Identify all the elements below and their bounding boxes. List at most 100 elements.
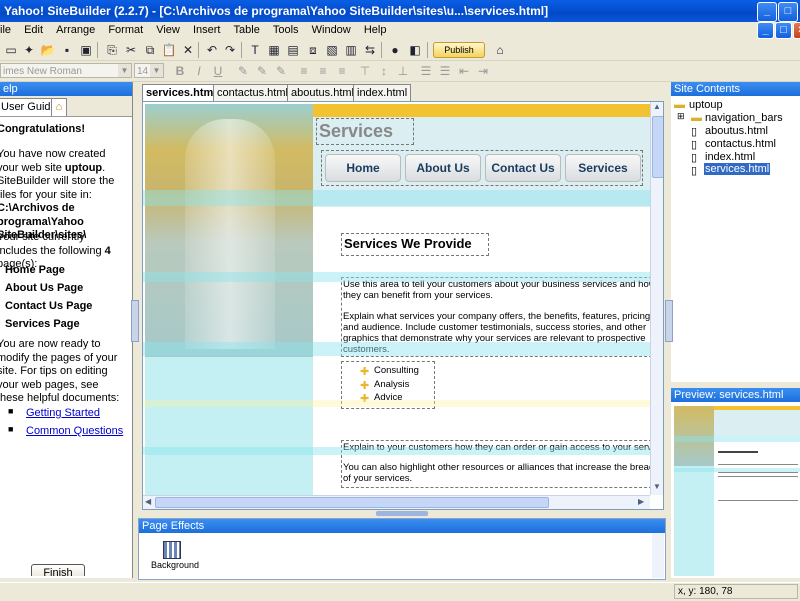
home-icon[interactable]: ⌂ xyxy=(51,98,67,116)
valign-bottom-icon[interactable]: ⊥ xyxy=(395,63,411,79)
scroll-left-icon[interactable]: ◀ xyxy=(145,497,151,506)
highlight-icon[interactable]: ✎ xyxy=(254,63,270,79)
redo-icon[interactable]: ↷ xyxy=(222,42,238,58)
nav-home[interactable]: Home xyxy=(325,154,401,182)
canvas-vscrollbar[interactable]: ▲ ▼ xyxy=(650,102,663,495)
page-title: Services xyxy=(319,121,394,141)
new-site-icon[interactable]: ✦ xyxy=(21,42,37,58)
menu-table[interactable]: Table xyxy=(229,22,265,36)
menu-arrange[interactable]: Arrange xyxy=(51,22,100,36)
tab-aboutus[interactable]: aboutus.html xyxy=(287,84,358,101)
font-name-select[interactable]: imes New Roman ▼ xyxy=(0,63,132,78)
help-icon[interactable]: ⌂ xyxy=(492,42,508,58)
hscroll-thumb[interactable] xyxy=(155,497,549,508)
save-all-icon[interactable]: ▣ xyxy=(78,42,94,58)
tree-file-aboutus[interactable]: aboutus.html xyxy=(705,125,768,137)
main-toolbar: ▭ ✦ 📂 ▪ ▣ ⎘ ✂ ⧉ 📋 ✕ ↶ ↷ T ▦ ▤ ⧈ ▧ ▥ ⇆ ● … xyxy=(0,40,800,61)
tree-file-contactus[interactable]: contactus.html xyxy=(705,138,776,150)
insert-form-icon[interactable]: ▥ xyxy=(343,42,359,58)
insert-image-icon[interactable]: ▦ xyxy=(266,42,282,58)
scroll-right-icon[interactable]: ▶ xyxy=(638,497,644,506)
tree-folder-navigation[interactable]: navigation_bars xyxy=(705,112,783,124)
tree-file-services[interactable]: services.html xyxy=(704,163,771,175)
numbered-list-icon[interactable]: ☰ xyxy=(437,63,453,79)
right-panel-splitter[interactable] xyxy=(665,300,673,342)
page-canvas[interactable]: Services Home About Us Contact Us Servic… xyxy=(142,101,664,510)
doc-minimize-button[interactable]: _ xyxy=(757,22,774,39)
minimize-button[interactable]: _ xyxy=(757,2,777,22)
font-effects-icon[interactable]: ✎ xyxy=(273,63,289,79)
finish-button[interactable]: Finish xyxy=(31,564,85,576)
scroll-down-icon[interactable]: ▼ xyxy=(653,482,661,491)
bold-icon[interactable]: B xyxy=(172,63,188,79)
indent-icon[interactable]: ⇥ xyxy=(475,63,491,79)
copy-icon[interactable]: ⧉ xyxy=(142,42,158,58)
scroll-up-icon[interactable]: ▲ xyxy=(653,102,661,111)
bottom-splitter[interactable] xyxy=(376,511,428,516)
align-right-icon[interactable]: ≡ xyxy=(334,63,350,79)
valign-middle-icon[interactable]: ↕ xyxy=(376,63,392,79)
background-effect-label[interactable]: Background xyxy=(151,560,199,570)
tree-file-index[interactable]: index.html xyxy=(705,151,755,163)
menu-insert[interactable]: Insert xyxy=(188,22,226,36)
align-left-icon[interactable]: ≡ xyxy=(296,63,312,79)
left-panel-splitter[interactable] xyxy=(131,300,139,342)
page-properties-icon[interactable]: ⎘ xyxy=(104,42,120,58)
preview-icon[interactable]: ◧ xyxy=(407,42,423,58)
nav-about[interactable]: About Us xyxy=(405,154,481,182)
canvas-hscrollbar[interactable]: ◀ ▶ xyxy=(143,495,650,509)
expand-icon[interactable]: ⊞ xyxy=(677,111,685,122)
menu-help[interactable]: Help xyxy=(359,22,392,36)
effects-scrollbar[interactable] xyxy=(652,533,664,578)
background-effect-icon[interactable] xyxy=(163,541,181,559)
maximize-button[interactable]: □ xyxy=(778,2,798,22)
bullet-list-icon[interactable]: ☰ xyxy=(418,63,434,79)
valign-top-icon[interactable]: ⊤ xyxy=(357,63,373,79)
heading-box[interactable]: Services We Provide xyxy=(341,233,489,256)
insert-link-icon[interactable]: ⧈ xyxy=(305,42,321,58)
tab-index[interactable]: index.html xyxy=(353,84,412,101)
text-color-icon[interactable]: ✎ xyxy=(235,63,251,79)
menu-window[interactable]: Window xyxy=(307,22,356,36)
menu-view[interactable]: View xyxy=(151,22,185,36)
align-center-icon[interactable]: ≡ xyxy=(315,63,331,79)
save-icon[interactable]: ▪ xyxy=(59,42,75,58)
tab-contactus[interactable]: contactus.html xyxy=(213,84,292,101)
help-tabs: User Guide ⌂ xyxy=(0,96,132,117)
tab-services[interactable]: services.html xyxy=(142,84,221,102)
nav-contact[interactable]: Contact Us xyxy=(485,154,561,182)
delete-icon[interactable]: ✕ xyxy=(180,42,196,58)
cut-icon[interactable]: ✂ xyxy=(123,42,139,58)
underline-icon[interactable]: U xyxy=(210,63,226,79)
menu-tools[interactable]: Tools xyxy=(268,22,304,36)
hero-image[interactable] xyxy=(145,104,313,357)
outdent-icon[interactable]: ⇤ xyxy=(456,63,472,79)
italic-icon[interactable]: I xyxy=(191,63,207,79)
insert-media-icon[interactable]: ▧ xyxy=(324,42,340,58)
insert-text-icon[interactable]: T xyxy=(247,42,263,58)
vscroll-thumb[interactable] xyxy=(652,116,663,178)
doc-close-button[interactable]: × xyxy=(793,22,800,39)
font-size-select[interactable]: 14 ▼ xyxy=(134,63,164,78)
insert-nav-icon[interactable]: ⇆ xyxy=(362,42,378,58)
doc-restore-button[interactable]: □ xyxy=(775,22,792,39)
status-bar: x, y: 180, 78 xyxy=(0,582,800,601)
link-getting-started[interactable]: Getting Started xyxy=(26,407,100,421)
bullet-icon: ■ xyxy=(8,406,14,416)
insert-addon-icon[interactable]: ● xyxy=(387,42,403,58)
new-page-icon[interactable]: ▭ xyxy=(3,42,19,58)
menu-file[interactable]: ile xyxy=(0,22,16,36)
menu-format[interactable]: Format xyxy=(103,22,148,36)
publish-button[interactable]: Publish xyxy=(433,42,485,58)
link-common-questions[interactable]: Common Questions xyxy=(26,425,123,439)
tree-root[interactable]: uptoup xyxy=(689,99,723,111)
open-folder-icon[interactable]: 📂 xyxy=(40,42,56,58)
undo-icon[interactable]: ↶ xyxy=(204,42,220,58)
paste-icon[interactable]: 📋 xyxy=(161,42,177,58)
nav-services[interactable]: Services xyxy=(565,154,641,182)
person-figure xyxy=(185,119,275,349)
menu-edit[interactable]: Edit xyxy=(19,22,48,36)
insert-table-icon[interactable]: ▤ xyxy=(285,42,301,58)
preview-header: Preview: services.html xyxy=(671,388,800,402)
title-box[interactable]: Services xyxy=(316,118,414,145)
